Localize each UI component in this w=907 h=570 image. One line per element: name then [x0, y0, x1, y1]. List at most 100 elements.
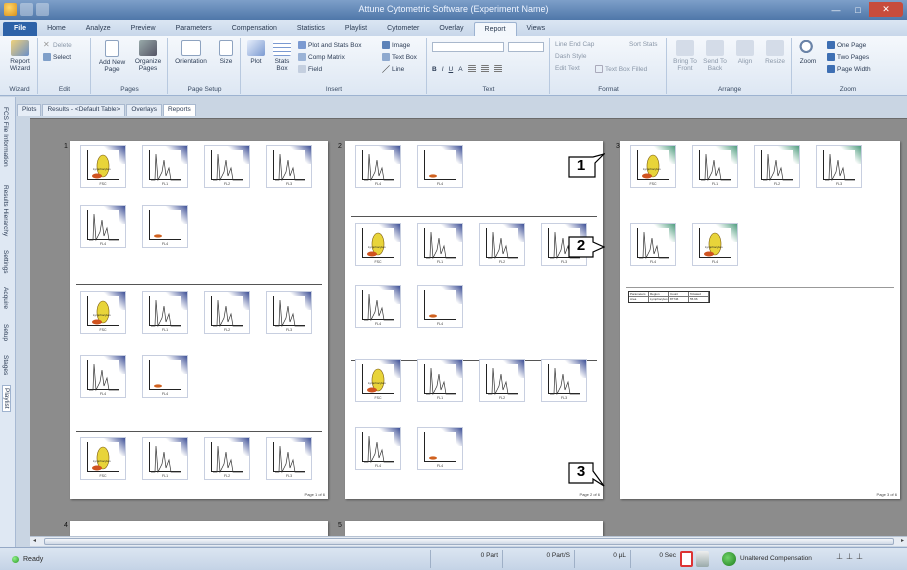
report-workspace[interactable]: 1 Page 1 of 6 2 Page 2 of 6 3 Parameters…	[30, 118, 907, 537]
font-size-combo[interactable]	[508, 42, 544, 52]
report-page-4[interactable]	[70, 521, 328, 537]
sidebar-tab-acquire[interactable]: Acquire	[2, 287, 9, 309]
scrollbar-thumb[interactable]	[44, 538, 894, 545]
report-page-5[interactable]	[345, 521, 603, 537]
histogram-thumbnail[interactable]: FL2	[754, 145, 800, 188]
doc-tab-overlays[interactable]: Overlays	[126, 104, 162, 116]
line-end-cap-button[interactable]: Line End Cap	[555, 41, 594, 48]
histogram-thumbnail[interactable]: FL3	[816, 145, 862, 188]
dot-plot-thumbnail[interactable]: Lymphocytes FSC	[80, 145, 126, 188]
image-button[interactable]: Image	[382, 41, 410, 49]
zoom-button[interactable]: Zoom	[795, 40, 821, 65]
histogram-thumbnail[interactable]: FL1	[417, 359, 463, 402]
histogram-thumbnail[interactable]: FL2	[204, 291, 250, 334]
maximize-button[interactable]: □	[847, 2, 869, 17]
sidebar-tab-playlist[interactable]: Playlist	[2, 385, 11, 412]
tab-report[interactable]: Report	[473, 22, 517, 36]
report-wizard-button[interactable]: Report Wizard	[4, 40, 36, 72]
zoom-slider-icon[interactable]: ⊥⊥⊥	[836, 552, 866, 561]
histogram-thumbnail[interactable]: FL3	[541, 359, 587, 402]
histogram-thumbnail[interactable]: FL1	[692, 145, 738, 188]
dot-plot-thumbnail[interactable]: Lymphocytes FSC	[355, 223, 401, 266]
dot-plot-thumbnail[interactable]: Lymphocytes FSC	[80, 437, 126, 480]
tab-compensation[interactable]: Compensation	[222, 22, 287, 36]
fluid-bottles-icon[interactable]	[696, 551, 709, 567]
histogram-thumbnail[interactable]: FL4	[80, 205, 126, 248]
tab-home[interactable]: Home	[37, 22, 76, 36]
two-pages-button[interactable]: Two Pages	[827, 53, 869, 61]
tab-file[interactable]: File	[3, 22, 38, 36]
sidebar-tab-fcs-file-information[interactable]: FCS File Information	[2, 107, 9, 167]
bold-button[interactable]: B	[432, 66, 437, 73]
bring-to-front-button[interactable]: Bring To Front	[670, 40, 700, 72]
page-width-button[interactable]: Page Width	[827, 65, 871, 73]
dot-plot-thumbnail[interactable]: Lymphocytes FSC	[80, 291, 126, 334]
histogram-thumbnail[interactable]: FL1	[142, 145, 188, 188]
delete-button[interactable]: ✕ Delete	[43, 41, 72, 49]
histogram-thumbnail[interactable]: FL2	[204, 145, 250, 188]
histogram-thumbnail[interactable]: FL4	[355, 427, 401, 470]
tab-overlay[interactable]: Overlay	[429, 22, 473, 36]
stats-box-button[interactable]: Stats Box	[270, 40, 294, 72]
doc-tab-results[interactable]: Results - <Default Table>	[42, 104, 126, 116]
histogram-thumbnail[interactable]: FL3	[266, 145, 312, 188]
sort-stats-button[interactable]: Sort Stats	[629, 41, 658, 48]
sidebar-tab-stages[interactable]: Stages	[2, 355, 9, 375]
dot-plot-thumbnail[interactable]: Lymphocytes FSC	[630, 145, 676, 188]
tab-cytometer[interactable]: Cytometer	[377, 22, 429, 36]
resize-button[interactable]: Resize	[760, 40, 790, 65]
histogram-thumbnail[interactable]: FL4	[142, 355, 188, 398]
histogram-thumbnail[interactable]: FL1	[142, 291, 188, 334]
histogram-thumbnail[interactable]: FL4	[630, 223, 676, 266]
horizontal-scrollbar[interactable]: ◂ ▸	[30, 536, 907, 546]
font-color-button[interactable]: A	[458, 66, 462, 73]
histogram-thumbnail[interactable]: FL3	[266, 437, 312, 480]
line-button[interactable]: Line	[382, 65, 404, 73]
histogram-thumbnail[interactable]: FL4	[417, 285, 463, 328]
align-right-icon[interactable]	[493, 65, 502, 73]
histogram-thumbnail[interactable]: FL4	[417, 145, 463, 188]
scroll-left-icon[interactable]: ◂	[33, 537, 36, 544]
font-family-combo[interactable]	[432, 42, 504, 52]
orientation-button[interactable]: Orientation	[171, 40, 211, 65]
tab-analyze[interactable]: Analyze	[76, 22, 121, 36]
histogram-thumbnail[interactable]: FL4	[142, 205, 188, 248]
report-page-3[interactable]: Parameters Region Count %Gated Area Lymp…	[620, 141, 900, 499]
size-button[interactable]: Size	[213, 40, 239, 65]
doc-tab-plots[interactable]: Plots	[17, 104, 42, 116]
sidebar-tab-results-hierarchy[interactable]: Results Hierarchy	[2, 185, 9, 236]
select-button[interactable]: Select	[43, 53, 71, 61]
edit-text-button[interactable]: Edit Text	[555, 65, 580, 72]
tab-views[interactable]: Views	[517, 22, 556, 36]
italic-button[interactable]: I	[442, 66, 444, 73]
align-button[interactable]: Align	[730, 40, 760, 65]
dot-plot-thumbnail[interactable]: Lymphocytes FSC	[355, 359, 401, 402]
sidebar-tab-setup[interactable]: Setup	[2, 324, 9, 341]
stats-table[interactable]: Parameters Region Count %Gated Area Lymp…	[628, 291, 710, 303]
sidebar-tab-settings[interactable]: Settings	[2, 250, 9, 274]
tab-statistics[interactable]: Statistics	[287, 22, 335, 36]
histogram-thumbnail[interactable]: FL2	[479, 359, 525, 402]
close-button[interactable]: ✕	[869, 2, 903, 17]
histogram-thumbnail[interactable]: FL3	[266, 291, 312, 334]
histogram-thumbnail[interactable]: FL4	[417, 427, 463, 470]
align-center-icon[interactable]	[480, 65, 489, 73]
one-page-button[interactable]: One Page	[827, 41, 866, 49]
tab-parameters[interactable]: Parameters	[166, 22, 222, 36]
minimize-button[interactable]: —	[825, 2, 847, 17]
histogram-thumbnail[interactable]: FL4	[80, 355, 126, 398]
histogram-thumbnail[interactable]: FL1	[142, 437, 188, 480]
sample-tube-icon[interactable]	[680, 551, 693, 567]
align-left-icon[interactable]	[467, 65, 476, 73]
histogram-thumbnail[interactable]: FL4	[355, 285, 401, 328]
histogram-thumbnail[interactable]: FL2	[479, 223, 525, 266]
instrument-power-icon[interactable]	[722, 552, 736, 566]
plot-button[interactable]: Plot	[244, 40, 268, 65]
underline-button[interactable]: U	[449, 66, 454, 73]
send-to-back-button[interactable]: Send To Back	[700, 40, 730, 72]
dash-style-button[interactable]: Dash Style	[555, 53, 586, 60]
text-box-filled-toggle[interactable]: Text Box Filled	[595, 65, 647, 73]
add-new-page-button[interactable]: Add New Page	[94, 40, 130, 73]
doc-tab-reports[interactable]: Reports	[162, 104, 196, 116]
field-button[interactable]: Field	[298, 65, 322, 73]
